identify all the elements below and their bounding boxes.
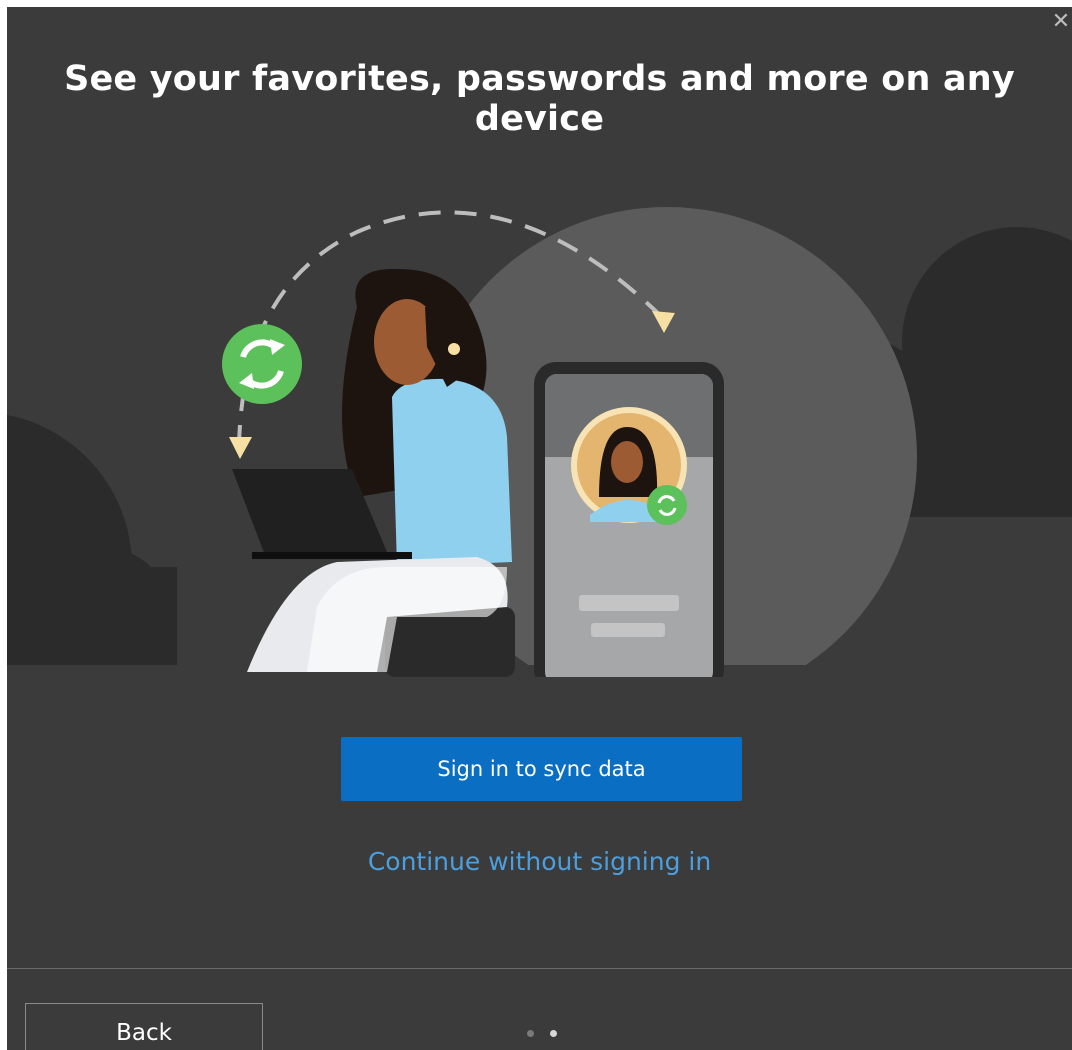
close-icon: ✕ [1051, 9, 1071, 34]
sign-in-button[interactable]: Sign in to sync data [341, 737, 742, 801]
back-button[interactable]: Back [25, 1003, 263, 1050]
sync-icon [222, 324, 302, 404]
sync-dialog: ✕ See your favorites, passwords and more… [7, 7, 1072, 1050]
arrow-head-left [229, 437, 252, 459]
pager [527, 1030, 557, 1040]
pager-dot-2 [550, 1030, 557, 1037]
cloud-left [7, 414, 177, 677]
footer-divider [7, 968, 1072, 969]
page-title: See your favorites, passwords and more o… [64, 59, 1015, 139]
continue-without-signing-in-link[interactable]: Continue without signing in [7, 847, 1072, 876]
pager-dot-1 [527, 1030, 534, 1037]
sync-illustration [7, 207, 1072, 677]
close-button[interactable]: ✕ [1050, 7, 1072, 37]
phone [534, 362, 724, 677]
